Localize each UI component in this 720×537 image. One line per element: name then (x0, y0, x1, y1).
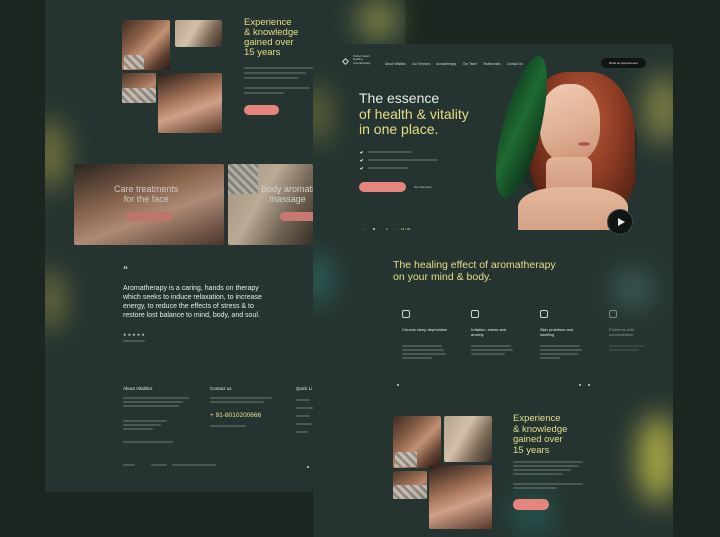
oil-photo (122, 73, 156, 103)
rating-stars: ★★★★★ (123, 332, 146, 337)
nav-contact[interactable]: Contact Us (507, 62, 523, 66)
hero-heading: The essence of health & vitality in one … (359, 90, 469, 137)
hero-primary-button[interactable] (359, 182, 406, 192)
experience-heading: Experience & knowledge gained over 15 ye… (244, 17, 299, 58)
stress-icon (471, 310, 479, 318)
footer-contact-heading: Contact us (210, 386, 232, 391)
carousel-prev-icon[interactable] (397, 384, 399, 386)
nav-team[interactable]: Our Team (463, 62, 477, 66)
nav-services[interactable]: Our Services (412, 62, 430, 66)
card-title: Problems with concentration (609, 327, 635, 337)
check-icon (359, 158, 364, 162)
focus-icon (609, 310, 617, 318)
back-massage-photo (158, 73, 222, 133)
face-care-card[interactable]: Care treatments for the face (74, 164, 224, 245)
hero-services-link[interactable]: Our Services (414, 185, 431, 189)
learn-more-button[interactable] (513, 499, 549, 510)
slider-dot[interactable] (386, 228, 388, 230)
oil-photo (393, 471, 427, 499)
quote-text: Aromatherapy is a caring, hands on thera… (123, 285, 262, 319)
nav-about[interactable]: About Vitalitics (385, 62, 406, 66)
logo-icon (341, 57, 350, 66)
check-icon (359, 166, 364, 170)
back-page-strip (313, 0, 405, 44)
scroll-top-icon[interactable] (307, 466, 309, 468)
back-page-mockup: Experience & knowledge gained over 15 ye… (45, 0, 313, 492)
card-title: Irritation, stress and anxiety (471, 327, 507, 337)
play-icon (618, 218, 625, 226)
front-page-mockup: Perfect Heart Healing Aromatherapy About… (313, 44, 673, 537)
massage-photo (122, 20, 170, 70)
footer-quick-links-heading: Quick Li (296, 386, 313, 391)
nav-testimonials[interactable]: Testimonials (483, 62, 501, 66)
sleep-icon (402, 310, 410, 318)
hands-photo (444, 416, 492, 462)
slider-dot[interactable] (373, 228, 375, 230)
body-massage-card[interactable]: Body aromati massage (228, 164, 313, 245)
slider-prev-icon[interactable]: ‹ (363, 227, 364, 231)
carousel-prev-icon[interactable] (579, 384, 581, 386)
check-icon (359, 150, 364, 154)
card-button[interactable] (126, 212, 172, 221)
footer-about-heading: About Vitalitics (123, 386, 153, 391)
book-appointment-button[interactable]: Book an Appointment (601, 58, 646, 68)
yellow-glow (45, 120, 65, 190)
learn-more-button[interactable] (244, 105, 279, 115)
slider-counter: 01 / 04 (401, 227, 411, 231)
quote-icon: “ (123, 265, 128, 276)
healing-heading: The healing effect of aromatherapy on yo… (393, 259, 556, 283)
hands-photo (175, 20, 222, 47)
footer-phone[interactable]: + 91-8010200666 (210, 412, 261, 419)
card-title: Chronic sleep deprivation (402, 327, 448, 332)
yellow-glow (45, 270, 63, 330)
carousel-next-icon[interactable] (588, 384, 590, 386)
back-massage-photo (429, 465, 492, 529)
experience-heading: Experience & knowledge gained over 15 ye… (513, 413, 568, 456)
slider-next-icon[interactable]: › (397, 227, 398, 231)
massage-photo (393, 416, 441, 468)
skin-icon (540, 310, 548, 318)
card-title: Skin problems and swelling (540, 327, 574, 337)
card-button[interactable] (280, 212, 313, 221)
card-label: Care treatments for the face (114, 184, 179, 204)
card-label: Body aromati massage (261, 184, 313, 204)
logo-text[interactable]: Perfect Heart Healing Aromatherapy (353, 54, 371, 65)
nav-aromatherapy[interactable]: Aromatherapy (436, 62, 456, 66)
play-video-button[interactable] (607, 209, 633, 235)
